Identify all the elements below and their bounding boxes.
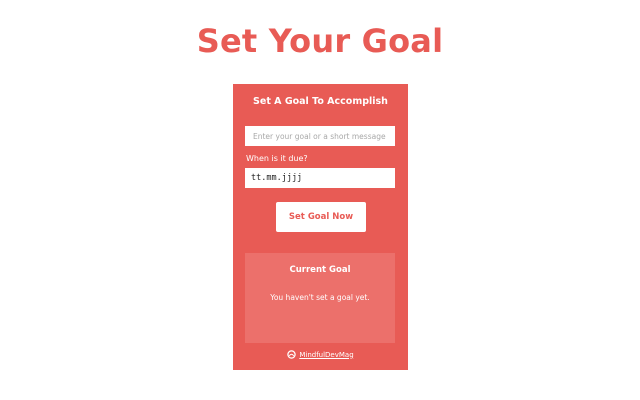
goal-input[interactable] — [245, 126, 395, 146]
brand-logo-icon — [287, 350, 297, 359]
goal-card: Set A Goal To Accomplish When is it due?… — [233, 84, 408, 370]
current-goal-title: Current Goal — [289, 265, 351, 275]
due-date-label: When is it due? — [246, 154, 308, 163]
due-date-field[interactable]: tt.mm.jjjj — [245, 168, 395, 188]
card-heading: Set A Goal To Accomplish — [253, 96, 388, 107]
current-goal-message: You haven't set a goal yet. — [270, 293, 370, 302]
set-goal-button[interactable]: Set Goal Now — [276, 202, 366, 232]
brand-name: MindfulDevMag — [299, 350, 354, 359]
brand-link[interactable]: MindfulDevMag — [233, 350, 408, 359]
page-title: Set Your Goal — [196, 22, 444, 60]
current-goal-panel: Current Goal You haven't set a goal yet. — [245, 253, 395, 343]
